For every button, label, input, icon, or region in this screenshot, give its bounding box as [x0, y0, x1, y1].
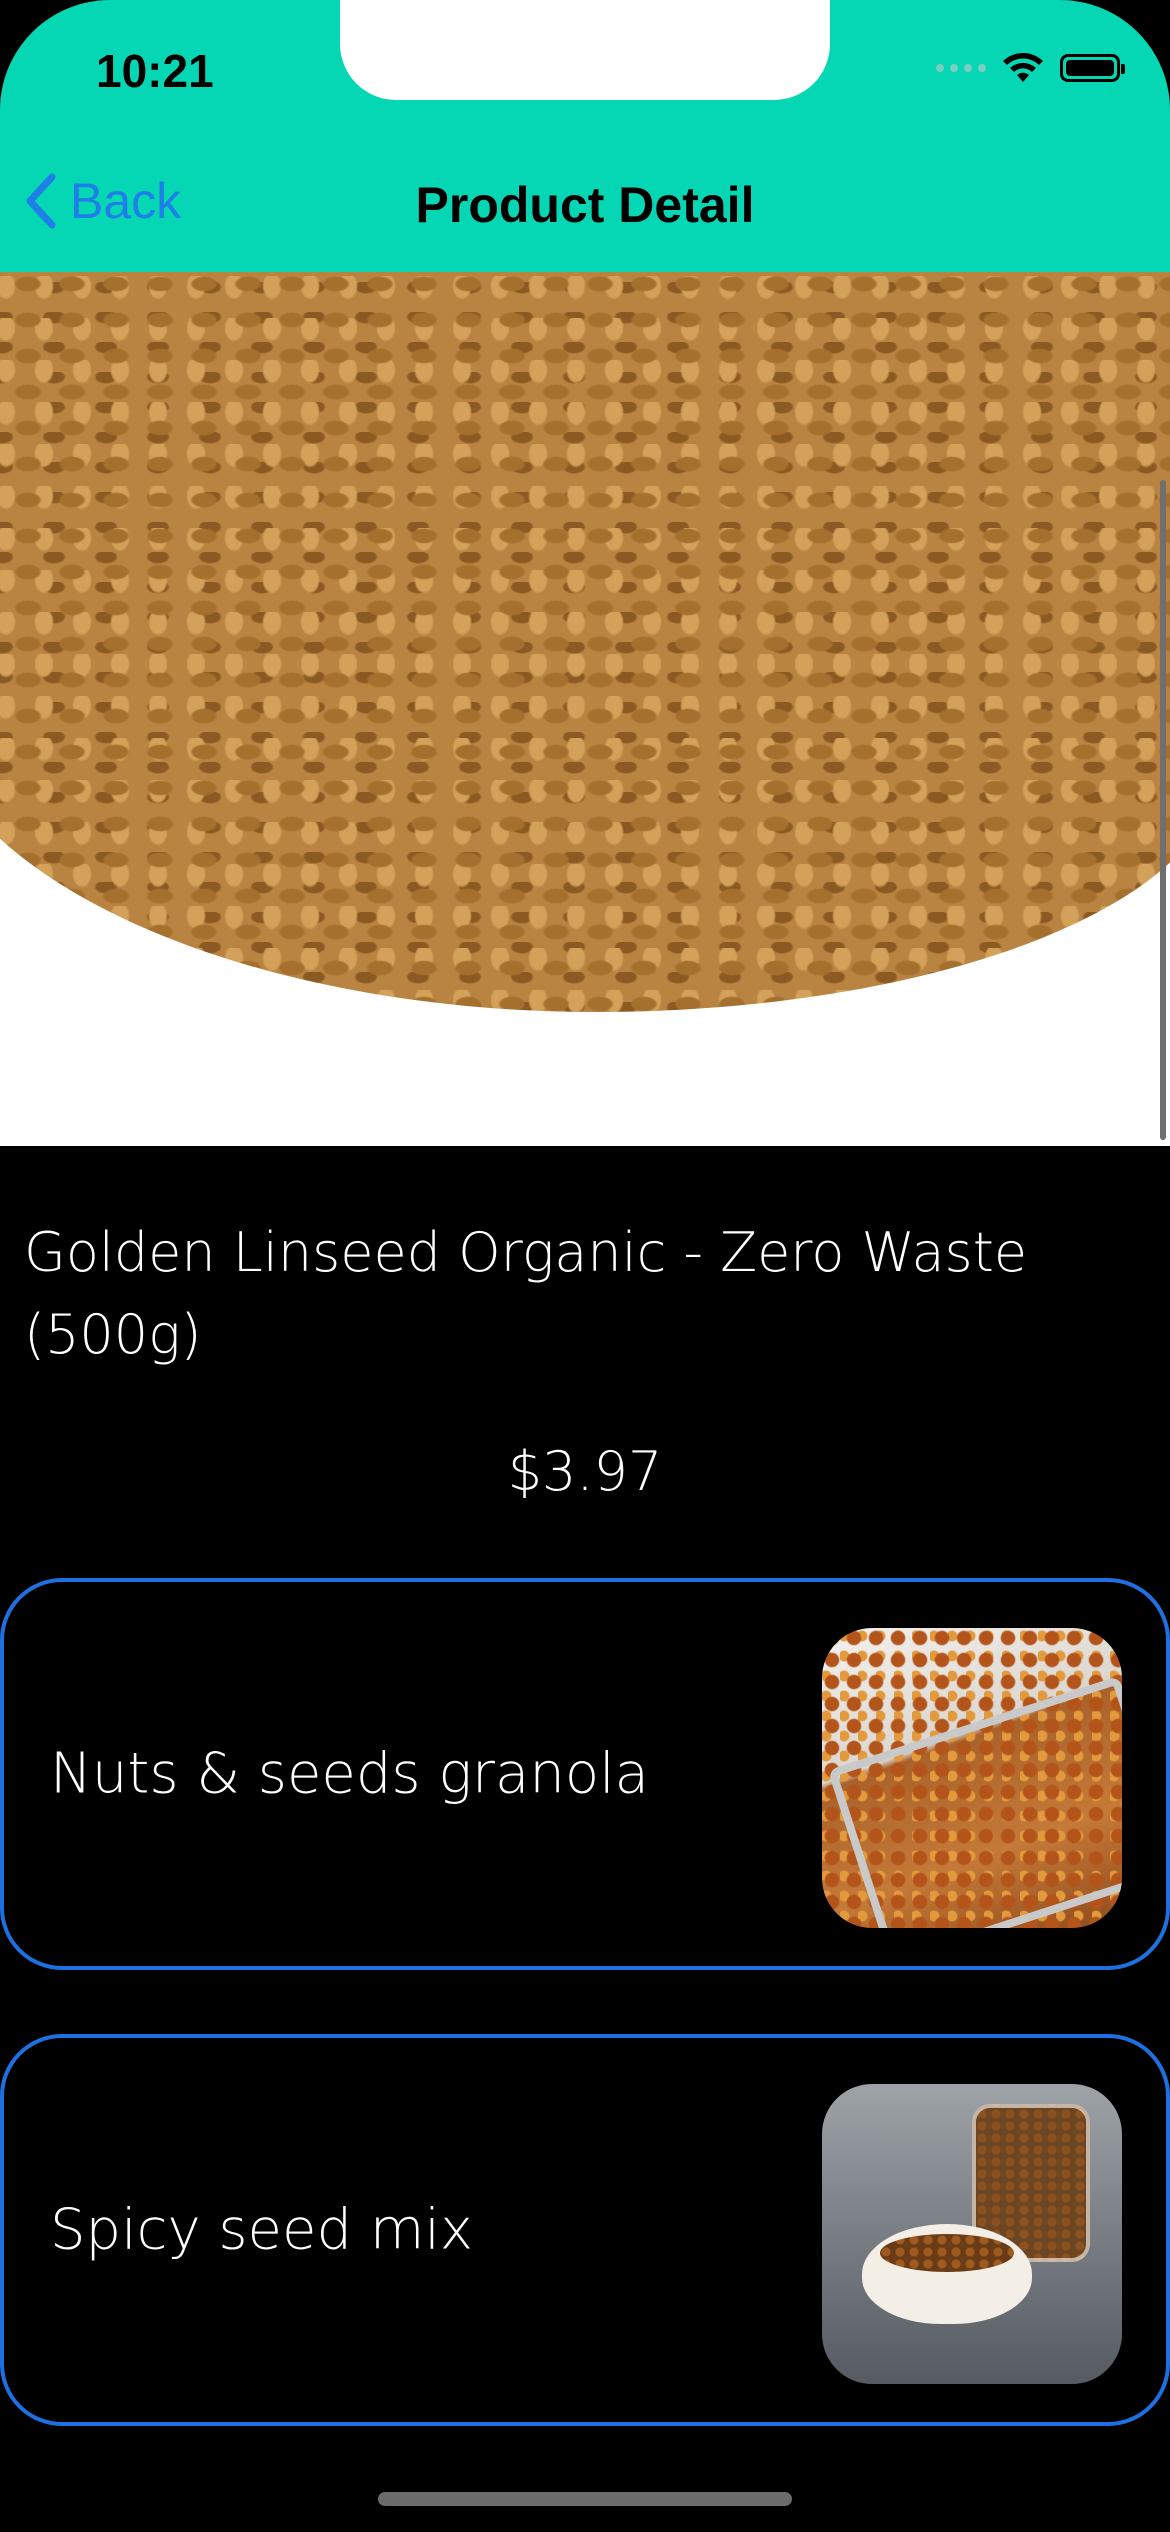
device-notch	[340, 0, 830, 100]
suggestion-label: Spicy seed mix	[50, 2197, 474, 2263]
phone-screen: 10:21 Back Product Detail Golden Linseed…	[0, 0, 1170, 2532]
product-price: $3.97	[507, 1440, 663, 1503]
granola-thumbnail	[822, 1628, 1122, 1928]
page-title: Product Detail	[415, 177, 755, 233]
seed-mix-thumbnail	[822, 2084, 1122, 2384]
wifi-icon	[1003, 53, 1043, 82]
nav-header: 10:21 Back Product Detail	[0, 0, 1170, 272]
home-indicator[interactable]	[378, 2492, 792, 2506]
product-image	[0, 272, 1170, 1146]
product-title: Golden Linseed Organic - Zero Waste (500…	[24, 1221, 1028, 1366]
suggestion-card[interactable]: Nuts & seeds granola	[0, 1578, 1170, 1970]
suggestion-label: Nuts & seeds granola	[50, 1741, 649, 1807]
battery-icon	[1060, 54, 1125, 82]
status-time: 10:21	[96, 45, 214, 97]
suggestion-card[interactable]: Spicy seed mix	[0, 2034, 1170, 2426]
status-icons	[936, 52, 1125, 84]
scroll-indicator[interactable]	[1160, 480, 1166, 1140]
cellular-signal-icon	[936, 64, 986, 72]
linseed-photo	[0, 272, 1170, 1012]
